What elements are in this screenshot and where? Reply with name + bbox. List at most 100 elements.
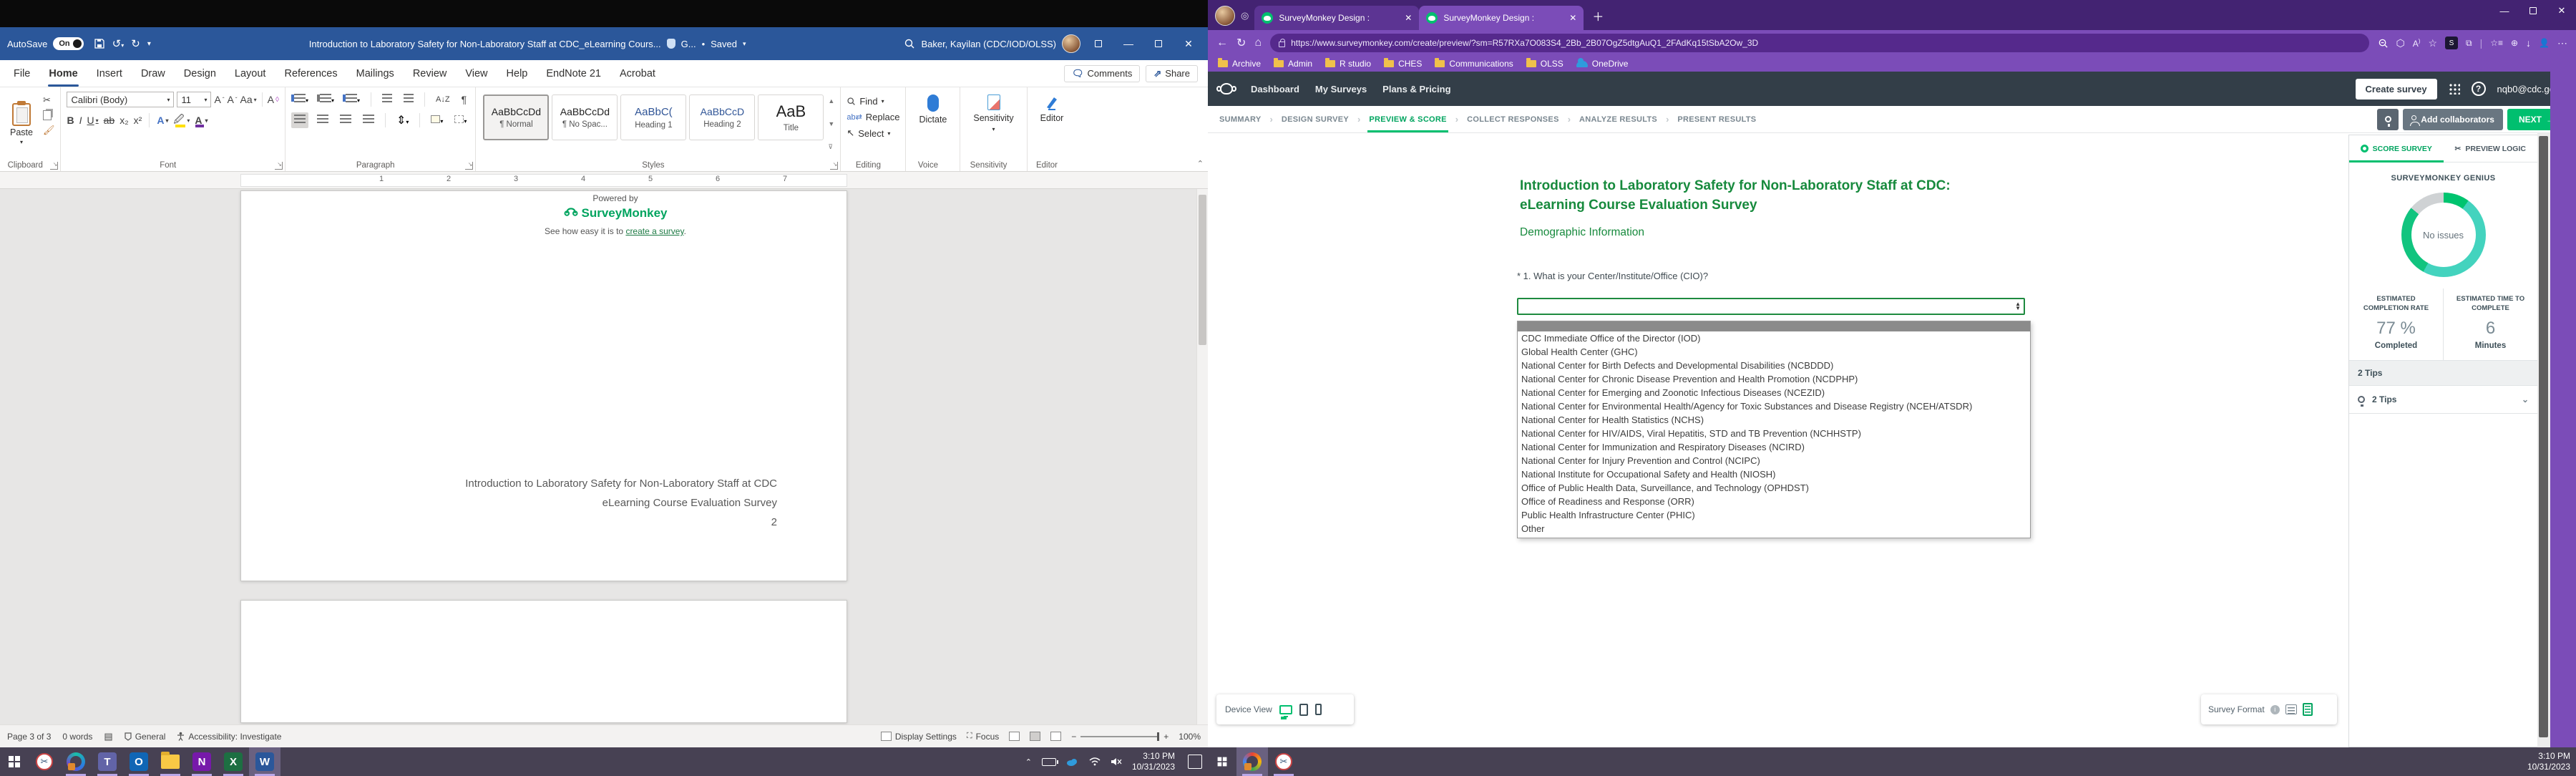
taskbar-word[interactable]: W [249,747,280,776]
tab-close-icon[interactable]: ✕ [1405,13,1412,23]
bookmark-r-studio[interactable]: R studio [1325,59,1371,69]
browser-tab-1[interactable]: SurveyMonkey Design : ✕ [1254,6,1419,30]
tab-design[interactable]: Design [175,60,225,87]
undo-icon[interactable]: ↺▾ [112,37,125,50]
font-dialog-launcher[interactable]: ↘ [275,162,283,170]
step-present-results[interactable]: PRESENT RESULTS [1676,107,1757,132]
sensitivity-button[interactable]: Sensitivity▾ [966,92,1020,157]
zoom-in-icon[interactable]: + [1163,732,1169,742]
browser-close-button[interactable]: ✕ [2547,0,2576,21]
step-summary[interactable]: SUMMARY [1218,107,1263,132]
strikethrough-button[interactable]: ab [104,115,115,126]
onedrive-tray-icon[interactable] [1066,757,1079,766]
paragraph-dialog-launcher[interactable]: ↘ [465,162,473,170]
browser-tab-2[interactable]: SurveyMonkey Design : ✕ [1419,6,1584,30]
font-size-combo[interactable]: 11▾ [177,92,211,107]
paste-button[interactable]: Paste▾ [6,92,37,157]
more-menu-icon[interactable]: ⋯ [2557,37,2567,49]
text-effects-icon[interactable]: A▾ [157,115,168,126]
justify-button[interactable] [360,112,377,128]
browser-restore-button[interactable] [2519,0,2547,21]
taskbar-outlook[interactable]: O [123,747,155,776]
zoom-slider[interactable]: − + [1071,732,1169,742]
taskbar-browser[interactable] [1236,747,1268,776]
step-analyze-results[interactable]: ANALYZE RESULTS [1578,107,1659,132]
ribbon-display-options-icon[interactable] [1086,33,1111,54]
bookmark-ches[interactable]: CHES [1384,59,1422,69]
dropdown-option-blank[interactable] [1518,321,2030,331]
tips-button[interactable] [2377,109,2399,130]
redo-icon[interactable]: ↻ [131,37,140,50]
dropdown-option[interactable]: CDC Immediate Office of the Director (IO… [1518,331,2030,345]
home-icon[interactable]: ⌂ [1254,37,1262,49]
bookmark-admin[interactable]: Admin [1274,59,1312,69]
dropdown-option[interactable]: National Center for Immunization and Res… [1518,440,2030,454]
dropdown-option[interactable]: Office of Readiness and Response (ORR) [1518,495,2030,508]
back-icon[interactable]: ← [1216,37,1228,49]
taskbar-file-explorer[interactable] [155,747,186,776]
document-page-4[interactable] [240,600,847,723]
action-center-icon[interactable] [1188,755,1202,769]
phone-view-icon[interactable] [1315,704,1322,715]
tab-search-icon[interactable]: ◎ [1241,10,1249,21]
dropdown-option[interactable]: National Center for Chronic Disease Prev… [1518,372,2030,386]
favorites-list-icon[interactable]: ☆≡ [2490,38,2503,48]
wifi-icon[interactable] [1089,757,1101,766]
taskbar-onenote[interactable]: N [186,747,218,776]
shrink-font-icon[interactable]: Aˇ [228,94,238,105]
tab-acrobat[interactable]: Acrobat [610,60,665,87]
user-name[interactable]: Baker, Kayilan (CDC/IOD/OLSS) [921,39,1056,49]
style-heading1[interactable]: AaBbC(Heading 1 [620,94,686,140]
tab-review[interactable]: Review [404,60,457,87]
tab-help[interactable]: Help [497,60,537,87]
create-a-survey-link[interactable]: create a survey [625,226,683,236]
taskbar-excel[interactable]: X [218,747,249,776]
step-design-survey[interactable]: DESIGN SURVEY [1280,107,1350,132]
downloads-icon[interactable]: ↓ [2526,37,2531,49]
accessibility-status[interactable]: Accessibility: Investigate [177,732,281,742]
clipboard-dialog-launcher[interactable]: ↘ [50,162,58,170]
grow-font-icon[interactable]: Aˆ [214,94,224,105]
bookmark-onedrive[interactable]: OneDrive [1576,59,1629,69]
style-heading2[interactable]: AaBbCcDHeading 2 [689,94,755,140]
replace-button[interactable]: ab⇄Replace [847,112,899,122]
nav-dashboard[interactable]: Dashboard [1251,84,1299,94]
show-paragraph-marks-icon[interactable]: ¶ [459,92,470,107]
tab-insert[interactable]: Insert [87,60,132,87]
dropdown-option[interactable]: National Center for HIV/AIDS, Viral Hepa… [1518,427,2030,440]
help-icon[interactable]: ? [2472,82,2486,96]
print-layout-icon[interactable] [1030,732,1040,741]
address-bar[interactable]: https://www.surveymonkey.com/create/prev… [1270,34,2368,52]
page-scrollbar-thumb[interactable] [2539,136,2548,737]
font-color-icon[interactable]: A▾ [195,115,208,126]
info-icon[interactable]: i [2270,705,2280,714]
tray-chevron-icon[interactable]: ⌃ [1025,757,1032,767]
zoom-out-icon[interactable]: − [1071,732,1076,742]
increase-indent-icon[interactable] [401,92,416,107]
editor-button[interactable]: Editor [1033,92,1071,157]
dictate-button[interactable]: Dictate [912,92,954,157]
page-indicator[interactable]: Page 3 of 3 [7,732,51,742]
tab-home[interactable]: Home [39,60,87,87]
word-scrollbar-thumb[interactable] [1199,195,1206,345]
styles-scroll-up-icon[interactable]: ▲ [828,97,834,105]
taskbar-teams[interactable]: T [92,747,123,776]
subscript-button[interactable]: x₂ [119,115,128,126]
tab-mailings[interactable]: Mailings [347,60,404,87]
page-scrollbar[interactable] [2537,133,2550,747]
italic-button[interactable]: I [79,115,82,126]
multilevel-list-icon[interactable]: ▾ [343,92,363,107]
collections-icon[interactable]: ⊕ [2511,38,2518,48]
zoom-out-page-icon[interactable] [2378,38,2389,49]
find-button[interactable]: Find▾ [847,96,899,107]
desktop-view-icon[interactable] [1279,705,1292,714]
taskbar-snipping-tool[interactable]: ✂ [1268,747,1299,776]
underline-button[interactable]: U▾ [87,115,99,126]
display-settings[interactable]: Display Settings [881,732,957,742]
add-collaborators-button[interactable]: Add collaborators [2403,109,2503,130]
clear-formatting-icon[interactable]: A◊ [268,94,279,105]
dropdown-option[interactable]: National Center for Emerging and Zoonoti… [1518,386,2030,399]
step-preview-score[interactable]: PREVIEW & SCORE [1367,107,1448,132]
tips-expander[interactable]: 2 Tips ⌄ [2349,386,2537,414]
tab-view[interactable]: View [456,60,497,87]
